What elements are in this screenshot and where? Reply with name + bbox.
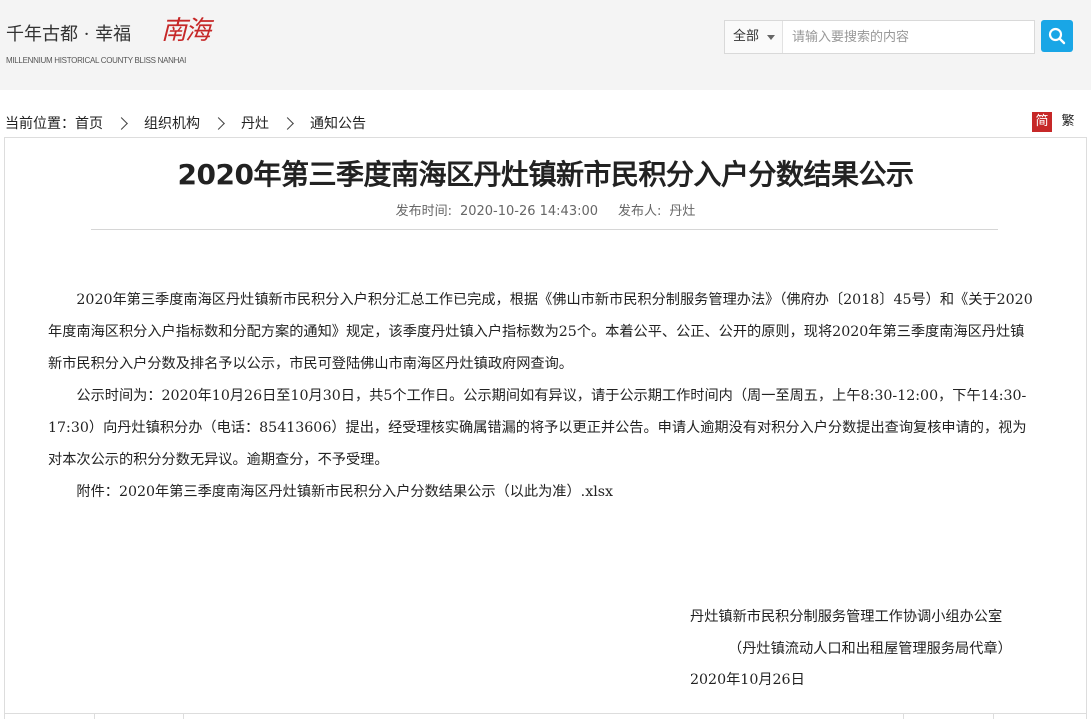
search-button[interactable] [1041, 20, 1073, 52]
site-logo[interactable]: 千年古都 · 幸福 南海 MILLENNIUM HISTORICAL COUNT… [6, 6, 236, 70]
logo-calligraphy: 南海 [161, 16, 211, 46]
signature-proxy: （丹灶镇流动人口和出租屋管理服务局代章） [728, 641, 1012, 657]
lang-simplified-button[interactable]: 简 [1032, 112, 1052, 132]
breadcrumb-dandao[interactable]: 丹灶 [241, 113, 269, 133]
bottom-column-divider [993, 713, 994, 719]
publisher-label: 发布人: [618, 204, 662, 219]
search-input[interactable] [784, 21, 1034, 53]
chevron-down-icon [767, 35, 775, 40]
chevron-right-icon [212, 116, 225, 130]
breadcrumb-org[interactable]: 组织机构 [144, 113, 200, 133]
publish-time-value: 2020-10-26 14:43:00 [459, 204, 599, 219]
bottom-column-divider [183, 713, 184, 719]
logo-tagline: 千年古都 · 幸福 [6, 24, 132, 45]
search-scope-label: 全部 [733, 29, 760, 44]
bottom-column-divider [903, 713, 904, 719]
article-body: 2020年第三季度南海区丹灶镇新市民积分入户积分汇总工作已完成，根据《佛山市新市… [48, 284, 1038, 508]
breadcrumb-notices[interactable]: 通知公告 [310, 113, 366, 133]
lang-traditional-button[interactable]: 繁 [1058, 112, 1078, 132]
logo-subtitle: MILLENNIUM HISTORICAL COUNTY BLISS NANHA… [6, 56, 187, 65]
bottom-divider [4, 713, 1087, 714]
article-title: 2020年第三季度南海区丹灶镇新市民积分入户分数结果公示 [177, 158, 914, 191]
search-box: 全部 [724, 20, 1035, 54]
publish-time-label: 发布时间: [395, 204, 452, 219]
signature-date: 2020年10月26日 [690, 672, 805, 688]
signature-org: 丹灶镇新市民积分制服务管理工作协调小组办公室 [690, 609, 1003, 625]
chevron-right-icon [115, 116, 128, 130]
title-divider [91, 229, 998, 230]
chevron-right-icon [281, 116, 294, 130]
breadcrumb: 当前位置： 首页 组织机构 丹灶 通知公告 [5, 112, 366, 134]
attachment-link[interactable]: 附件：2020年第三季度南海区丹灶镇新市民积分入户分数结果公示（以此为准）.xl… [48, 476, 1038, 508]
site-header: 千年古都 · 幸福 南海 MILLENNIUM HISTORICAL COUNT… [0, 0, 1091, 90]
article-paragraph: 2020年第三季度南海区丹灶镇新市民积分入户积分汇总工作已完成，根据《佛山市新市… [48, 292, 1033, 372]
search-scope-select[interactable]: 全部 [725, 21, 783, 53]
search-icon [1048, 27, 1066, 45]
breadcrumb-prefix: 当前位置： [5, 116, 75, 132]
article-meta: 发布时间: 2020-10-26 14:43:00 发布人: 丹灶 [0, 200, 1091, 219]
breadcrumb-home[interactable]: 首页 [75, 113, 103, 133]
article-paragraph: 公示时间为：2020年10月26日至10月30日，共5个工作日。公示期间如有异议… [48, 388, 1027, 468]
bottom-column-divider [94, 713, 95, 719]
publisher-value: 丹灶 [669, 204, 696, 219]
